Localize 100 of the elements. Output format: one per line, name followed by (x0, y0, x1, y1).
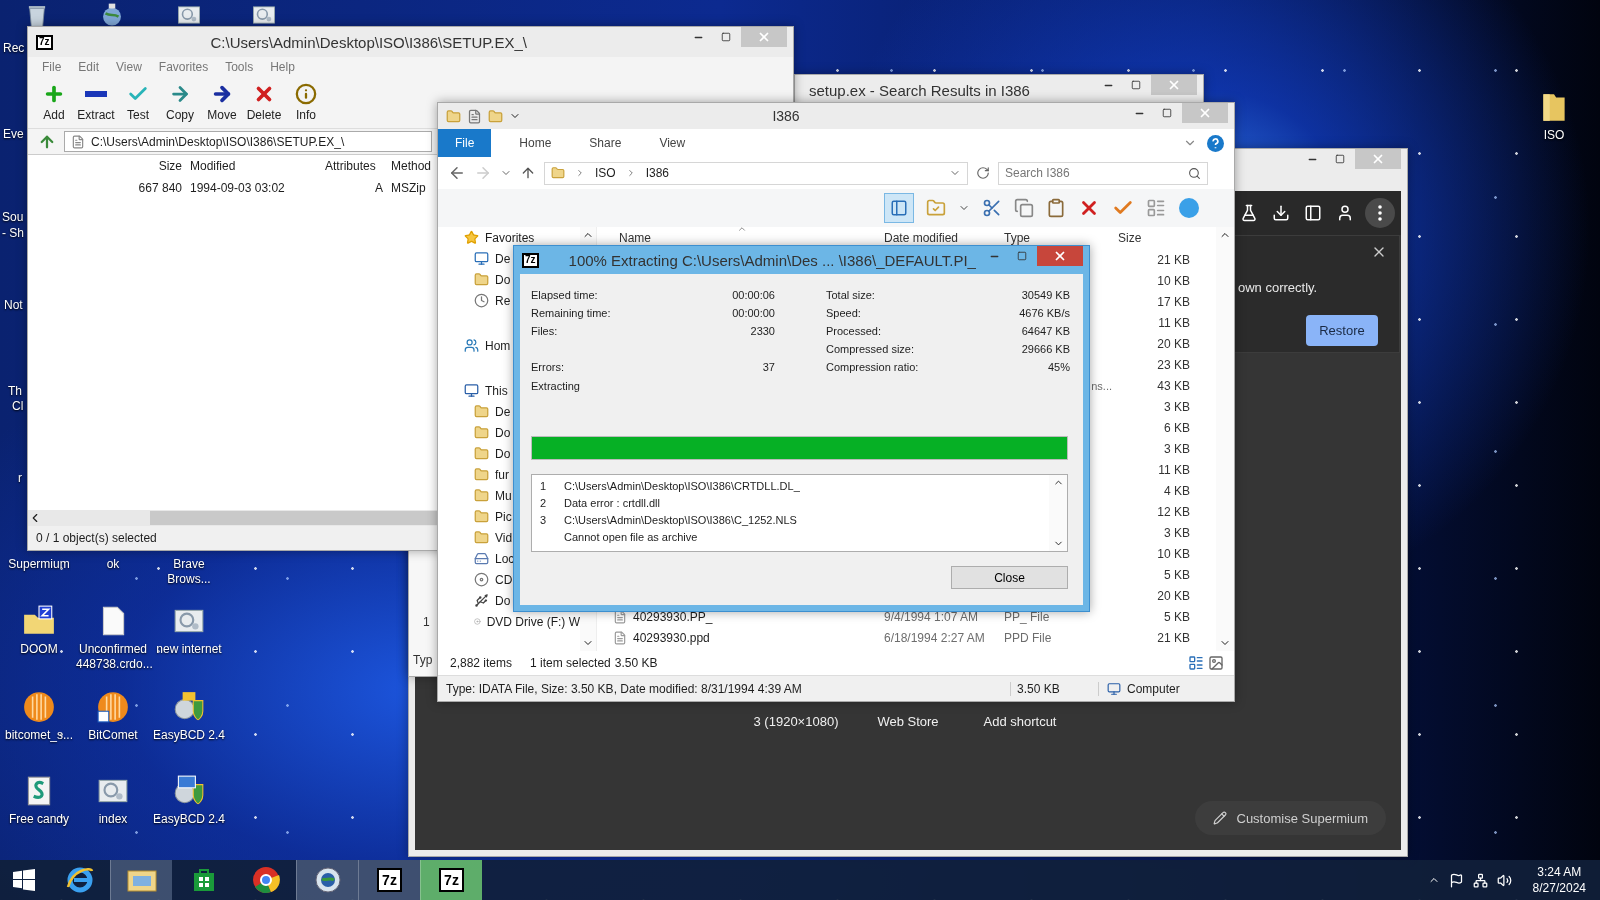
speaker-icon[interactable] (1496, 872, 1512, 888)
icon-label[interactable]: EasyBCD 2.4 (152, 728, 226, 743)
shortcut-label[interactable]: 3 (1920×1080) (740, 714, 852, 729)
icon-label[interactable]: index (76, 812, 150, 827)
maximize-icon (1161, 108, 1172, 118)
breadcrumb-item[interactable]: ISO (595, 166, 616, 180)
icon-label[interactable]: ISO (1517, 128, 1591, 143)
column-header[interactable]: Size (1112, 231, 1212, 245)
menu-item[interactable]: Edit (78, 60, 100, 74)
search-field[interactable]: Search I386 (998, 161, 1208, 185)
flask-icon[interactable] (1240, 204, 1258, 222)
nav-item[interactable]: Favorites (438, 227, 580, 248)
menu-item[interactable]: View (116, 60, 142, 74)
help-icon[interactable] (1207, 134, 1224, 152)
network-icon[interactable] (1472, 872, 1488, 888)
customise-button[interactable]: Customise Supermium (1194, 801, 1386, 835)
menu-item[interactable]: Favorites (158, 60, 209, 74)
up-icon[interactable] (520, 165, 536, 181)
globe-icon[interactable] (1178, 197, 1200, 219)
scissors-icon[interactable] (982, 198, 1002, 218)
thumbnail-view-icon[interactable] (1208, 655, 1224, 671)
toolbar-button[interactable]: Delete (243, 77, 285, 128)
folder-icon (474, 425, 489, 440)
clock[interactable]: 3:24 AM 8/27/2024 (1532, 864, 1586, 896)
column-header[interactable]: Name (597, 231, 878, 245)
toolbar-button[interactable]: Test (117, 77, 159, 128)
ribbon-tab[interactable]: View (645, 129, 700, 157)
maximize-icon (1130, 80, 1141, 90)
toolbar-button[interactable]: Add (33, 77, 75, 128)
close-button[interactable] (1037, 246, 1083, 266)
close-icon (1371, 152, 1385, 166)
stat-label: Total size: (826, 289, 876, 301)
file-name[interactable]: 40293930.ppd (597, 630, 878, 645)
taskbar-button[interactable]: 7z (358, 860, 420, 900)
download-icon[interactable] (1272, 204, 1290, 222)
file-name[interactable]: 40293930.PP_ (597, 609, 878, 624)
folder-check-icon[interactable] (926, 198, 946, 218)
shortcut-label[interactable]: Web Store (852, 714, 964, 729)
column-header[interactable]: Size (126, 159, 186, 173)
restore-button[interactable]: Restore (1306, 315, 1378, 346)
text: Typ (413, 653, 433, 667)
ribbon-tab[interactable]: Share (575, 129, 636, 157)
ribbon-tab[interactable]: Home (505, 129, 566, 157)
icon-label[interactable]: Unconfirmed 448738.crdo... (76, 642, 150, 672)
column-header[interactable]: Type (998, 231, 1112, 245)
toolbar-button[interactable]: Info (285, 77, 327, 128)
address-bar[interactable]: ISO I386 (544, 161, 968, 185)
table-cell-text: 43 KB (1156, 378, 1191, 393)
profile-icon[interactable] (1336, 204, 1354, 222)
table-cell-text: 1994-09-03 03:02 (189, 181, 286, 195)
icon-label[interactable]: Supermium (2, 557, 76, 572)
details-view-icon[interactable] (1188, 655, 1204, 671)
folder-icon[interactable] (446, 108, 461, 124)
icon-label[interactable]: BitComet (76, 728, 150, 743)
toolbar-button[interactable]: Move (201, 77, 243, 128)
menu-item[interactable]: Tools (225, 60, 254, 74)
copy-icon[interactable] (1014, 198, 1034, 218)
refresh-icon[interactable] (976, 166, 990, 180)
menu-item[interactable]: File (42, 60, 62, 74)
menu-item[interactable]: Help (270, 60, 295, 74)
properties-icon[interactable] (467, 108, 482, 124)
notice-text: own correctly. (1238, 280, 1318, 295)
breadcrumb-item[interactable]: I386 (645, 166, 670, 180)
ball-icon (96, 690, 130, 724)
message-text: Cannot open file as archive (564, 530, 699, 543)
taskbar-button[interactable]: 7z (420, 860, 482, 900)
shortcut-label[interactable]: Add shortcut (964, 714, 1076, 729)
column-header[interactable]: Method (387, 159, 433, 173)
column-header[interactable]: Date modified (878, 231, 998, 245)
toolbar-button[interactable]: Extract (75, 77, 117, 128)
flag-icon[interactable] (1448, 872, 1464, 888)
table-cell-text: 10 KB (1156, 546, 1191, 561)
clipboard-icon[interactable] (1046, 198, 1066, 218)
plus-icon (43, 83, 65, 105)
icon-label[interactable]: new internet (152, 642, 226, 657)
column-header[interactable]: Attributes (321, 159, 387, 173)
toolbar-button[interactable]: Copy (159, 77, 201, 128)
ribbon-tab[interactable]: File (438, 129, 492, 157)
stat-label: Files: (531, 325, 559, 337)
new-folder-icon[interactable] (488, 108, 503, 124)
icon-label[interactable]: Free candy (2, 812, 76, 827)
file-icon (613, 630, 627, 645)
side-panel-icon[interactable] (1304, 204, 1322, 222)
icon-label[interactable]: DOOM (2, 642, 76, 657)
browser-e-icon (64, 865, 95, 895)
close-icon (1167, 78, 1181, 92)
taskbar-button[interactable] (296, 860, 358, 900)
close-button[interactable]: Close (951, 566, 1068, 589)
app-logo: 7z (36, 34, 53, 50)
icon-label[interactable]: ok (76, 557, 150, 572)
path-field[interactable]: C:\Users\Admin\Desktop\ISO\I386\SETUP.EX_\ (64, 131, 432, 152)
line-number: 1 (540, 479, 548, 492)
back-icon[interactable] (448, 164, 466, 182)
preview-pane-button[interactable] (884, 193, 914, 223)
icon-label[interactable]: EasyBCD 2.4 (152, 812, 226, 827)
nav-item[interactable]: DVD Drive (F:) W (438, 611, 580, 632)
menu-button[interactable] (1365, 198, 1395, 228)
icon-label[interactable]: Brave Brows... (152, 557, 226, 587)
column-header[interactable]: Modified (186, 159, 321, 173)
icon-label[interactable]: bitcomet_s... (2, 728, 76, 743)
